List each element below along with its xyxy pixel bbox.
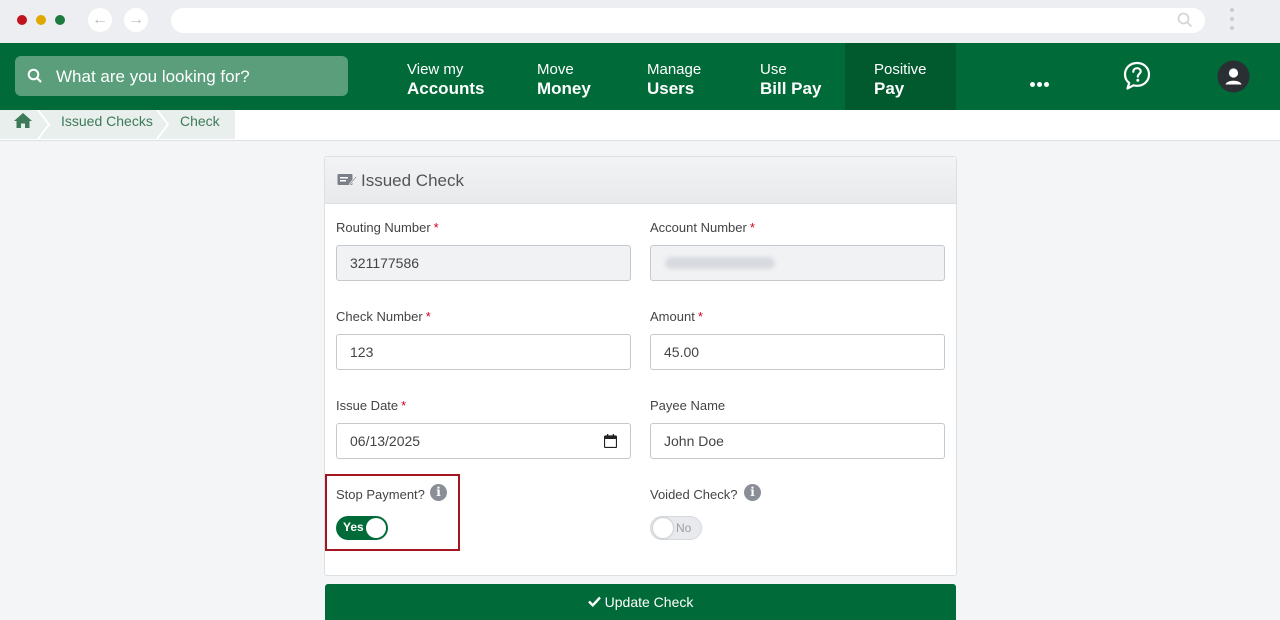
nav-item-line1: Manage xyxy=(647,61,702,78)
required-mark: * xyxy=(401,398,407,413)
amount-label: Amount * xyxy=(650,309,703,324)
account-number-label: Account Number * xyxy=(650,220,755,235)
card-title: Issued Check xyxy=(361,171,464,190)
stop-payment-highlight xyxy=(325,474,460,551)
breadcrumb-separator-icon xyxy=(37,110,51,139)
routing-number-label-text: Routing Number xyxy=(336,220,431,235)
breadcrumb-trail: Issued Checks Check xyxy=(0,110,235,139)
update-check-label: Update Check xyxy=(604,594,694,610)
payee-name-label: Payee Name xyxy=(650,398,726,413)
voided-check-toggle[interactable]: No xyxy=(650,516,702,540)
window-maximize-dot[interactable] xyxy=(55,15,65,25)
home-icon[interactable] xyxy=(13,112,33,130)
masked-account-number xyxy=(665,257,775,269)
user-avatar-icon[interactable] xyxy=(1217,60,1250,93)
nav-item-line1: Move xyxy=(537,61,574,78)
forward-arrow-icon[interactable]: → xyxy=(124,8,148,32)
breadcrumb-issued-checks[interactable]: Issued Checks xyxy=(61,113,153,129)
required-mark: * xyxy=(749,220,755,235)
issue-date-label-text: Issue Date xyxy=(336,398,399,413)
nav-item-line1: Use xyxy=(760,61,787,78)
issue-date-label: Issue Date * xyxy=(336,398,406,413)
voided-check-label: Voided Check? xyxy=(650,487,738,502)
nav-item-line1: Positive xyxy=(874,61,927,78)
help-chat-icon[interactable] xyxy=(1122,61,1152,91)
toggle-state-label: No xyxy=(676,521,692,535)
card-header: Issued Check xyxy=(325,157,956,204)
nav-item-line2: Money xyxy=(537,79,591,98)
browser-menu-icon[interactable] xyxy=(1230,8,1236,35)
payee-name-field[interactable]: John Doe xyxy=(650,423,945,459)
breadcrumb: Issued Checks Check xyxy=(0,110,1280,141)
amount-field[interactable]: 45.00 xyxy=(650,334,945,370)
nav-item-line2: Pay xyxy=(874,79,905,98)
routing-number-label: Routing Number * xyxy=(336,220,439,235)
nav-move-money[interactable]: Move Money xyxy=(537,43,617,110)
breadcrumb-check: Check xyxy=(180,113,220,129)
routing-number-field[interactable]: 321177586 xyxy=(336,245,631,281)
nav-manage-users[interactable]: Manage Users xyxy=(647,43,727,110)
search-icon xyxy=(27,68,42,83)
back-arrow-icon[interactable]: ← xyxy=(88,8,112,32)
issue-date-field[interactable]: 06/13/2025 xyxy=(336,423,631,459)
amount-label-text: Amount xyxy=(650,309,695,324)
search-box[interactable]: What are you looking for? xyxy=(15,56,348,96)
nav-item-line2: Bill Pay xyxy=(760,79,822,98)
address-bar[interactable] xyxy=(171,8,1205,33)
checkmark-icon xyxy=(587,596,601,607)
account-number-label-text: Account Number xyxy=(650,220,747,235)
update-check-button[interactable]: Update Check xyxy=(325,584,956,620)
account-number-field[interactable] xyxy=(650,245,945,281)
window-close-dot[interactable] xyxy=(17,15,27,25)
nav-item-line2: Accounts xyxy=(407,79,485,98)
nav-positive-pay[interactable]: Positive Pay xyxy=(845,43,956,110)
address-search-icon xyxy=(1177,12,1193,28)
nav-use-bill-pay[interactable]: Use Bill Pay xyxy=(760,43,840,110)
nav-view-accounts[interactable]: View my Accounts xyxy=(407,43,507,110)
required-mark: * xyxy=(425,309,431,324)
check-number-field[interactable]: 123 xyxy=(336,334,631,370)
calendar-icon[interactable] xyxy=(604,434,617,448)
required-mark: * xyxy=(697,309,703,324)
issue-date-value: 06/13/2025 xyxy=(350,433,421,449)
browser-chrome: ← → xyxy=(0,0,1280,43)
nav-item-line2: Users xyxy=(647,79,695,98)
required-mark: * xyxy=(433,220,439,235)
check-number-label-text: Check Number xyxy=(336,309,423,324)
nav-item-line1: View my xyxy=(407,61,464,78)
window-minimize-dot[interactable] xyxy=(36,15,46,25)
toggle-knob xyxy=(653,518,673,538)
top-navigation: What are you looking for? View my Accoun… xyxy=(0,43,1280,110)
breadcrumb-separator-icon xyxy=(156,110,170,139)
search-placeholder[interactable]: What are you looking for? xyxy=(56,67,250,87)
check-edit-icon xyxy=(337,174,357,185)
info-icon[interactable]: i xyxy=(744,484,761,501)
check-number-label: Check Number * xyxy=(336,309,431,324)
more-menu-icon[interactable] xyxy=(1030,74,1051,92)
